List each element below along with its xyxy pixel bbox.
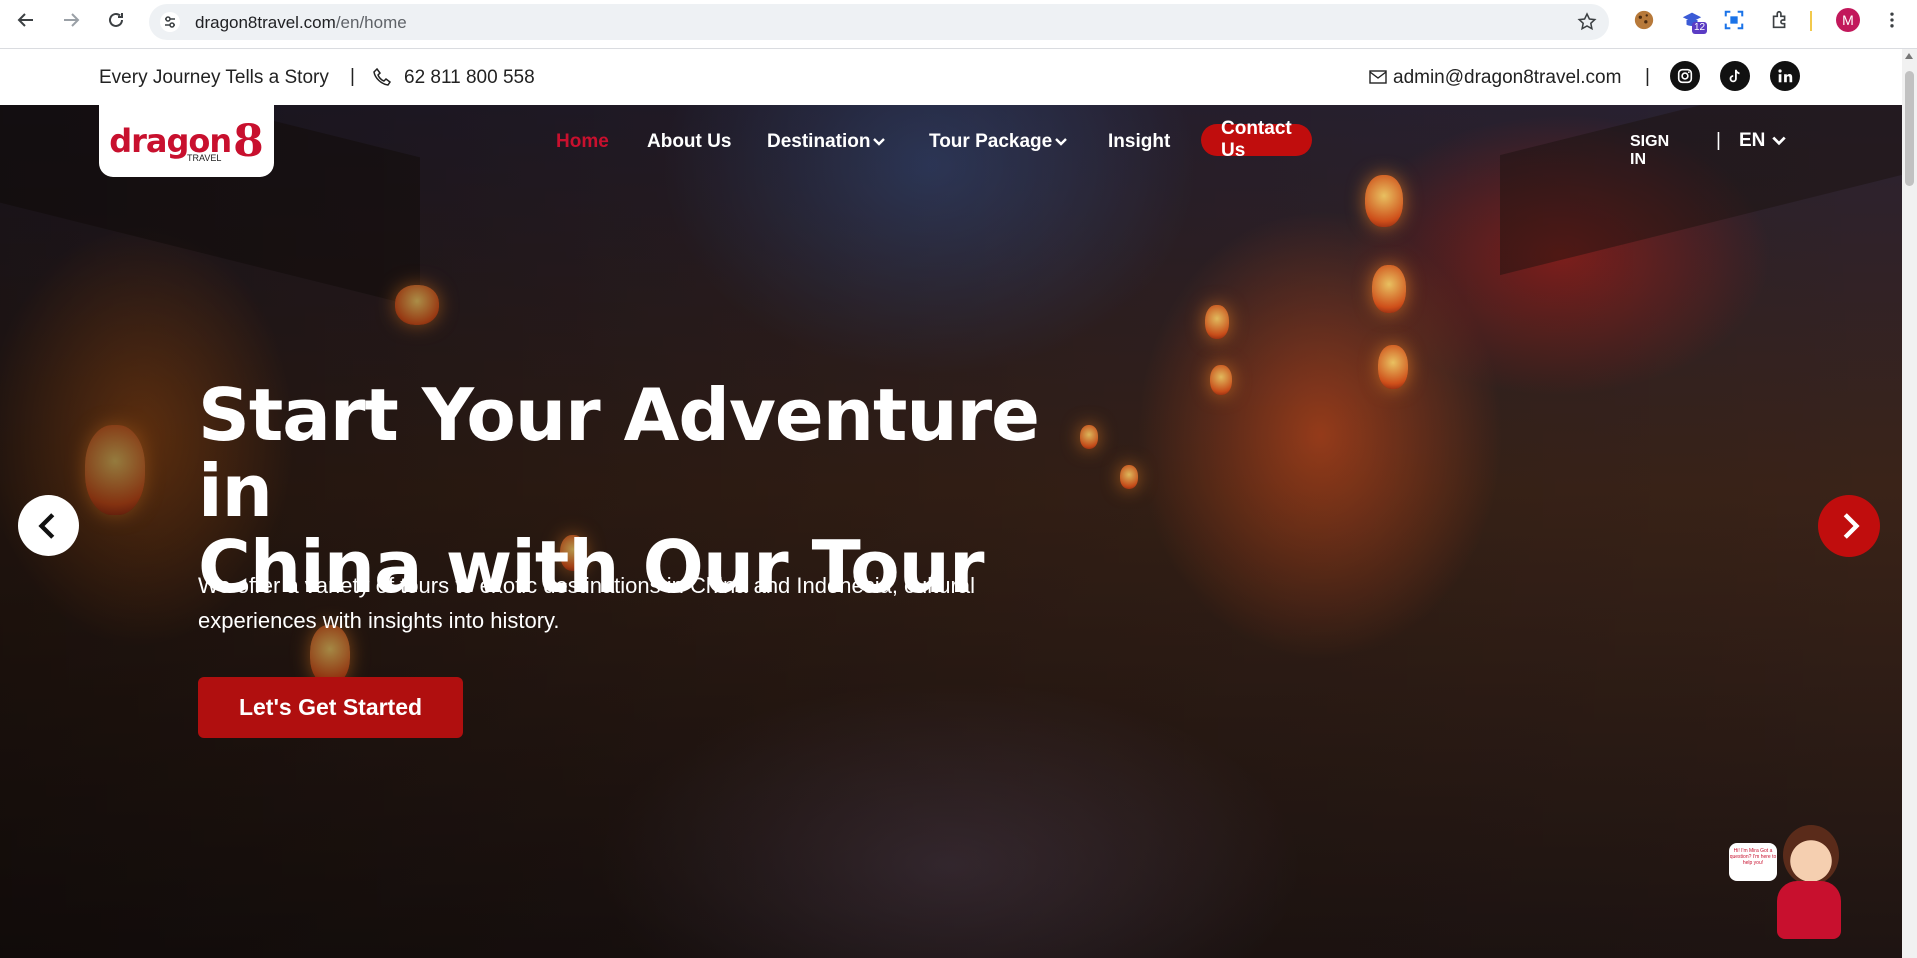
extension-badge: 12 [1692, 22, 1708, 34]
mail-icon [1369, 70, 1387, 84]
forward-button[interactable] [60, 9, 82, 31]
assistant-avatar-head [1783, 825, 1839, 885]
reload-button[interactable] [105, 9, 127, 31]
back-button[interactable] [15, 9, 37, 31]
hero-headline-line-1: Start Your Adventure in [198, 373, 1040, 533]
page-scrollbar[interactable] [1902, 49, 1917, 958]
url-text: dragon8travel.com/en/home [195, 13, 407, 33]
extensions-puzzle-icon[interactable] [1768, 8, 1792, 32]
assistant-avatar-body [1777, 881, 1841, 939]
bookmark-star-icon[interactable] [1577, 12, 1597, 32]
url-domain: dragon8travel.com [195, 13, 336, 32]
hero-description: We offer a variety of tours to exotic de… [198, 573, 975, 633]
email-link[interactable]: admin@dragon8travel.com [1393, 67, 1621, 89]
back-arrow-icon [17, 13, 33, 27]
phone-icon [373, 67, 392, 86]
linkedin-icon[interactable] [1770, 61, 1800, 91]
chevron-down-icon [1055, 138, 1068, 146]
chevron-right-icon [1843, 513, 1860, 539]
contact-us-button[interactable]: Contact Us [1201, 118, 1312, 161]
chat-assistant-widget[interactable]: Hi! I'm Mira Got a question? I'm here to… [1725, 815, 1855, 945]
browser-menu-icon[interactable] [1880, 8, 1904, 32]
slider-prev-button[interactable] [18, 495, 79, 556]
nav-destination-label: Destination [767, 131, 871, 152]
language-selector[interactable]: EN [1739, 130, 1787, 152]
site-settings-icon[interactable] [159, 11, 181, 33]
language-label: EN [1739, 130, 1766, 151]
chevron-down-icon [873, 138, 886, 146]
screenshot-extension-icon[interactable] [1722, 8, 1746, 32]
nav-home[interactable]: Home [556, 131, 609, 153]
nav-separator: | [1716, 130, 1721, 151]
top-info-bar: Every Journey Tells a Story | 62 811 800… [0, 49, 1902, 105]
browser-toolbar: dragon8travel.com/en/home 12 M [0, 0, 1917, 49]
url-path: /en/home [335, 13, 407, 32]
scroll-up-arrow-icon[interactable] [1905, 53, 1913, 59]
nav-about-us[interactable]: About Us [647, 131, 731, 153]
logo-subtitle: TRAVEL [187, 153, 222, 163]
info-separator: | [350, 66, 355, 87]
instagram-icon[interactable] [1670, 61, 1700, 91]
hero-banner: dragon 8 TRAVEL Home About Us Destination… [0, 105, 1902, 958]
forward-arrow-icon [64, 13, 80, 27]
tiktok-icon[interactable] [1720, 61, 1750, 91]
scroll-thumb[interactable] [1905, 71, 1914, 186]
logo-dragon-eight: 8 [233, 115, 264, 167]
slider-next-button[interactable] [1818, 495, 1880, 557]
info-separator: | [1645, 66, 1650, 87]
sign-in-link[interactable]: SIGN IN [1630, 133, 1669, 169]
chat-bubble: Hi! I'm Mira Got a question? I'm here to… [1729, 843, 1777, 881]
tagline: Every Journey Tells a Story [99, 67, 329, 88]
profile-avatar[interactable]: M [1836, 8, 1860, 32]
chevron-left-icon [37, 512, 54, 539]
education-extension-icon[interactable]: 12 [1680, 8, 1708, 34]
cookie-extension-icon[interactable] [1632, 8, 1656, 32]
phone-number[interactable]: 62 811 800 558 [404, 67, 535, 89]
reload-icon [109, 12, 123, 27]
nav-insight[interactable]: Insight [1108, 131, 1170, 153]
nav-destination[interactable]: Destination [767, 131, 886, 153]
site-logo[interactable]: dragon 8 TRAVEL [99, 105, 274, 177]
nav-tour-package[interactable]: Tour Package [929, 131, 1068, 153]
get-started-button[interactable]: Let's Get Started [198, 677, 463, 738]
nav-tour-package-label: Tour Package [929, 131, 1053, 152]
address-bar[interactable]: dragon8travel.com/en/home [149, 4, 1609, 40]
toolbar-divider [1810, 11, 1812, 31]
chevron-down-icon [1772, 136, 1787, 146]
